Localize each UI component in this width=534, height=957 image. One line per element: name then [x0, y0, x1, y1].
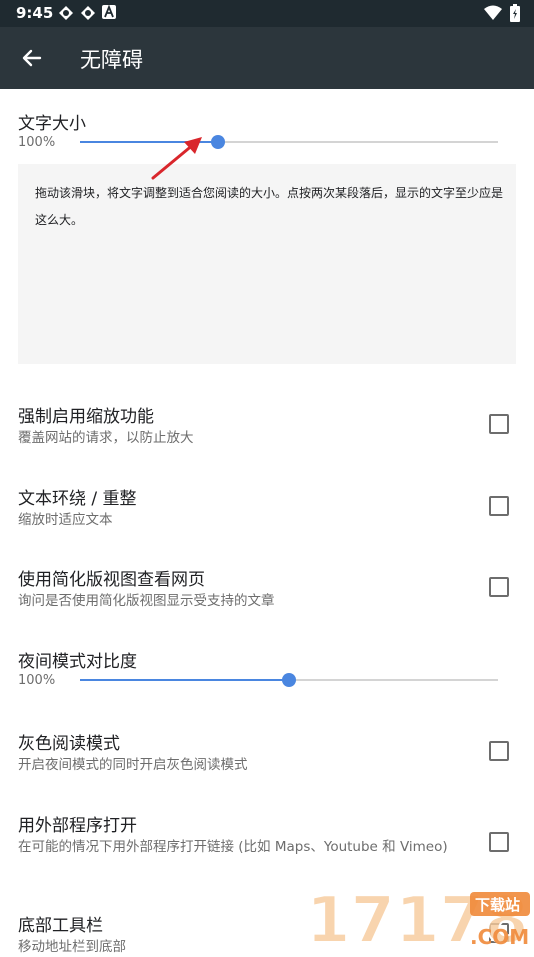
setting-subtitle: 询问是否使用简化版视图显示受支持的文章: [18, 593, 275, 609]
watermark-badge: 下载站: [475, 896, 520, 914]
slider-thumb[interactable]: [210, 135, 225, 149]
sync-icon: [59, 6, 73, 20]
status-icons-right: [484, 4, 520, 22]
watermark-logo: 17178 下载站 .COM: [305, 883, 530, 950]
annotation-arrow-icon: [151, 137, 202, 180]
back-button[interactable]: [14, 40, 50, 76]
preview-text: 拖动该滑块，将文字调整到适合您阅读的大小。点按两次某段落后，显示的文字至少应是这…: [35, 186, 504, 227]
night-contrast-title: 夜间模式对比度: [18, 652, 137, 672]
external-app-checkbox[interactable]: [489, 832, 509, 852]
setting-title: 文本环绕 / 重整: [18, 489, 137, 509]
setting-title: 强制启用缩放功能: [18, 407, 154, 427]
font-a-icon: [102, 5, 116, 19]
status-icons-left: [58, 5, 116, 21]
setting-subtitle: 开启夜间模式的同时开启灰色阅读模式: [18, 757, 248, 773]
battery-icon: [510, 4, 520, 22]
page-title: 无障碍: [80, 48, 143, 72]
arrow-left-icon: [22, 49, 42, 67]
text-reflow-checkbox[interactable]: [489, 496, 509, 516]
night-contrast-slider[interactable]: [80, 670, 498, 690]
setting-title: 灰色阅读模式: [18, 734, 120, 754]
slider-fill: [80, 679, 289, 681]
text-size-value: 100%: [18, 135, 56, 150]
setting-title: 用外部程序打开: [18, 816, 137, 836]
setting-title: 使用简化版视图查看网页: [18, 570, 205, 590]
setting-subtitle: 覆盖网站的请求，以防止放大: [18, 430, 194, 446]
gray-reading-checkbox[interactable]: [489, 741, 509, 761]
setting-subtitle: 在可能的情况下用外部程序打开链接 (比如 Maps、Youtube 和 Vime…: [18, 839, 448, 855]
setting-title: 底部工具栏: [18, 916, 103, 936]
status-time: 9:45: [16, 4, 54, 22]
wifi-icon: [484, 5, 502, 20]
setting-subtitle: 缩放时适应文本: [18, 512, 113, 528]
text-size-slider[interactable]: [80, 132, 498, 152]
force-zoom-checkbox[interactable]: [489, 414, 509, 434]
text-size-preview: 拖动该滑块，将文字调整到适合您阅读的大小。点按两次某段落后，显示的文字至少应是这…: [18, 164, 516, 364]
status-bar: 9:45: [0, 0, 534, 27]
night-contrast-value: 100%: [18, 673, 56, 688]
simplified-view-checkbox[interactable]: [489, 577, 509, 597]
sync-icon: [81, 6, 95, 20]
slider-thumb[interactable]: [282, 673, 296, 687]
text-size-title: 文字大小: [18, 114, 86, 134]
watermark-suffix: .COM: [470, 925, 529, 949]
app-bar: 无障碍: [0, 27, 534, 89]
